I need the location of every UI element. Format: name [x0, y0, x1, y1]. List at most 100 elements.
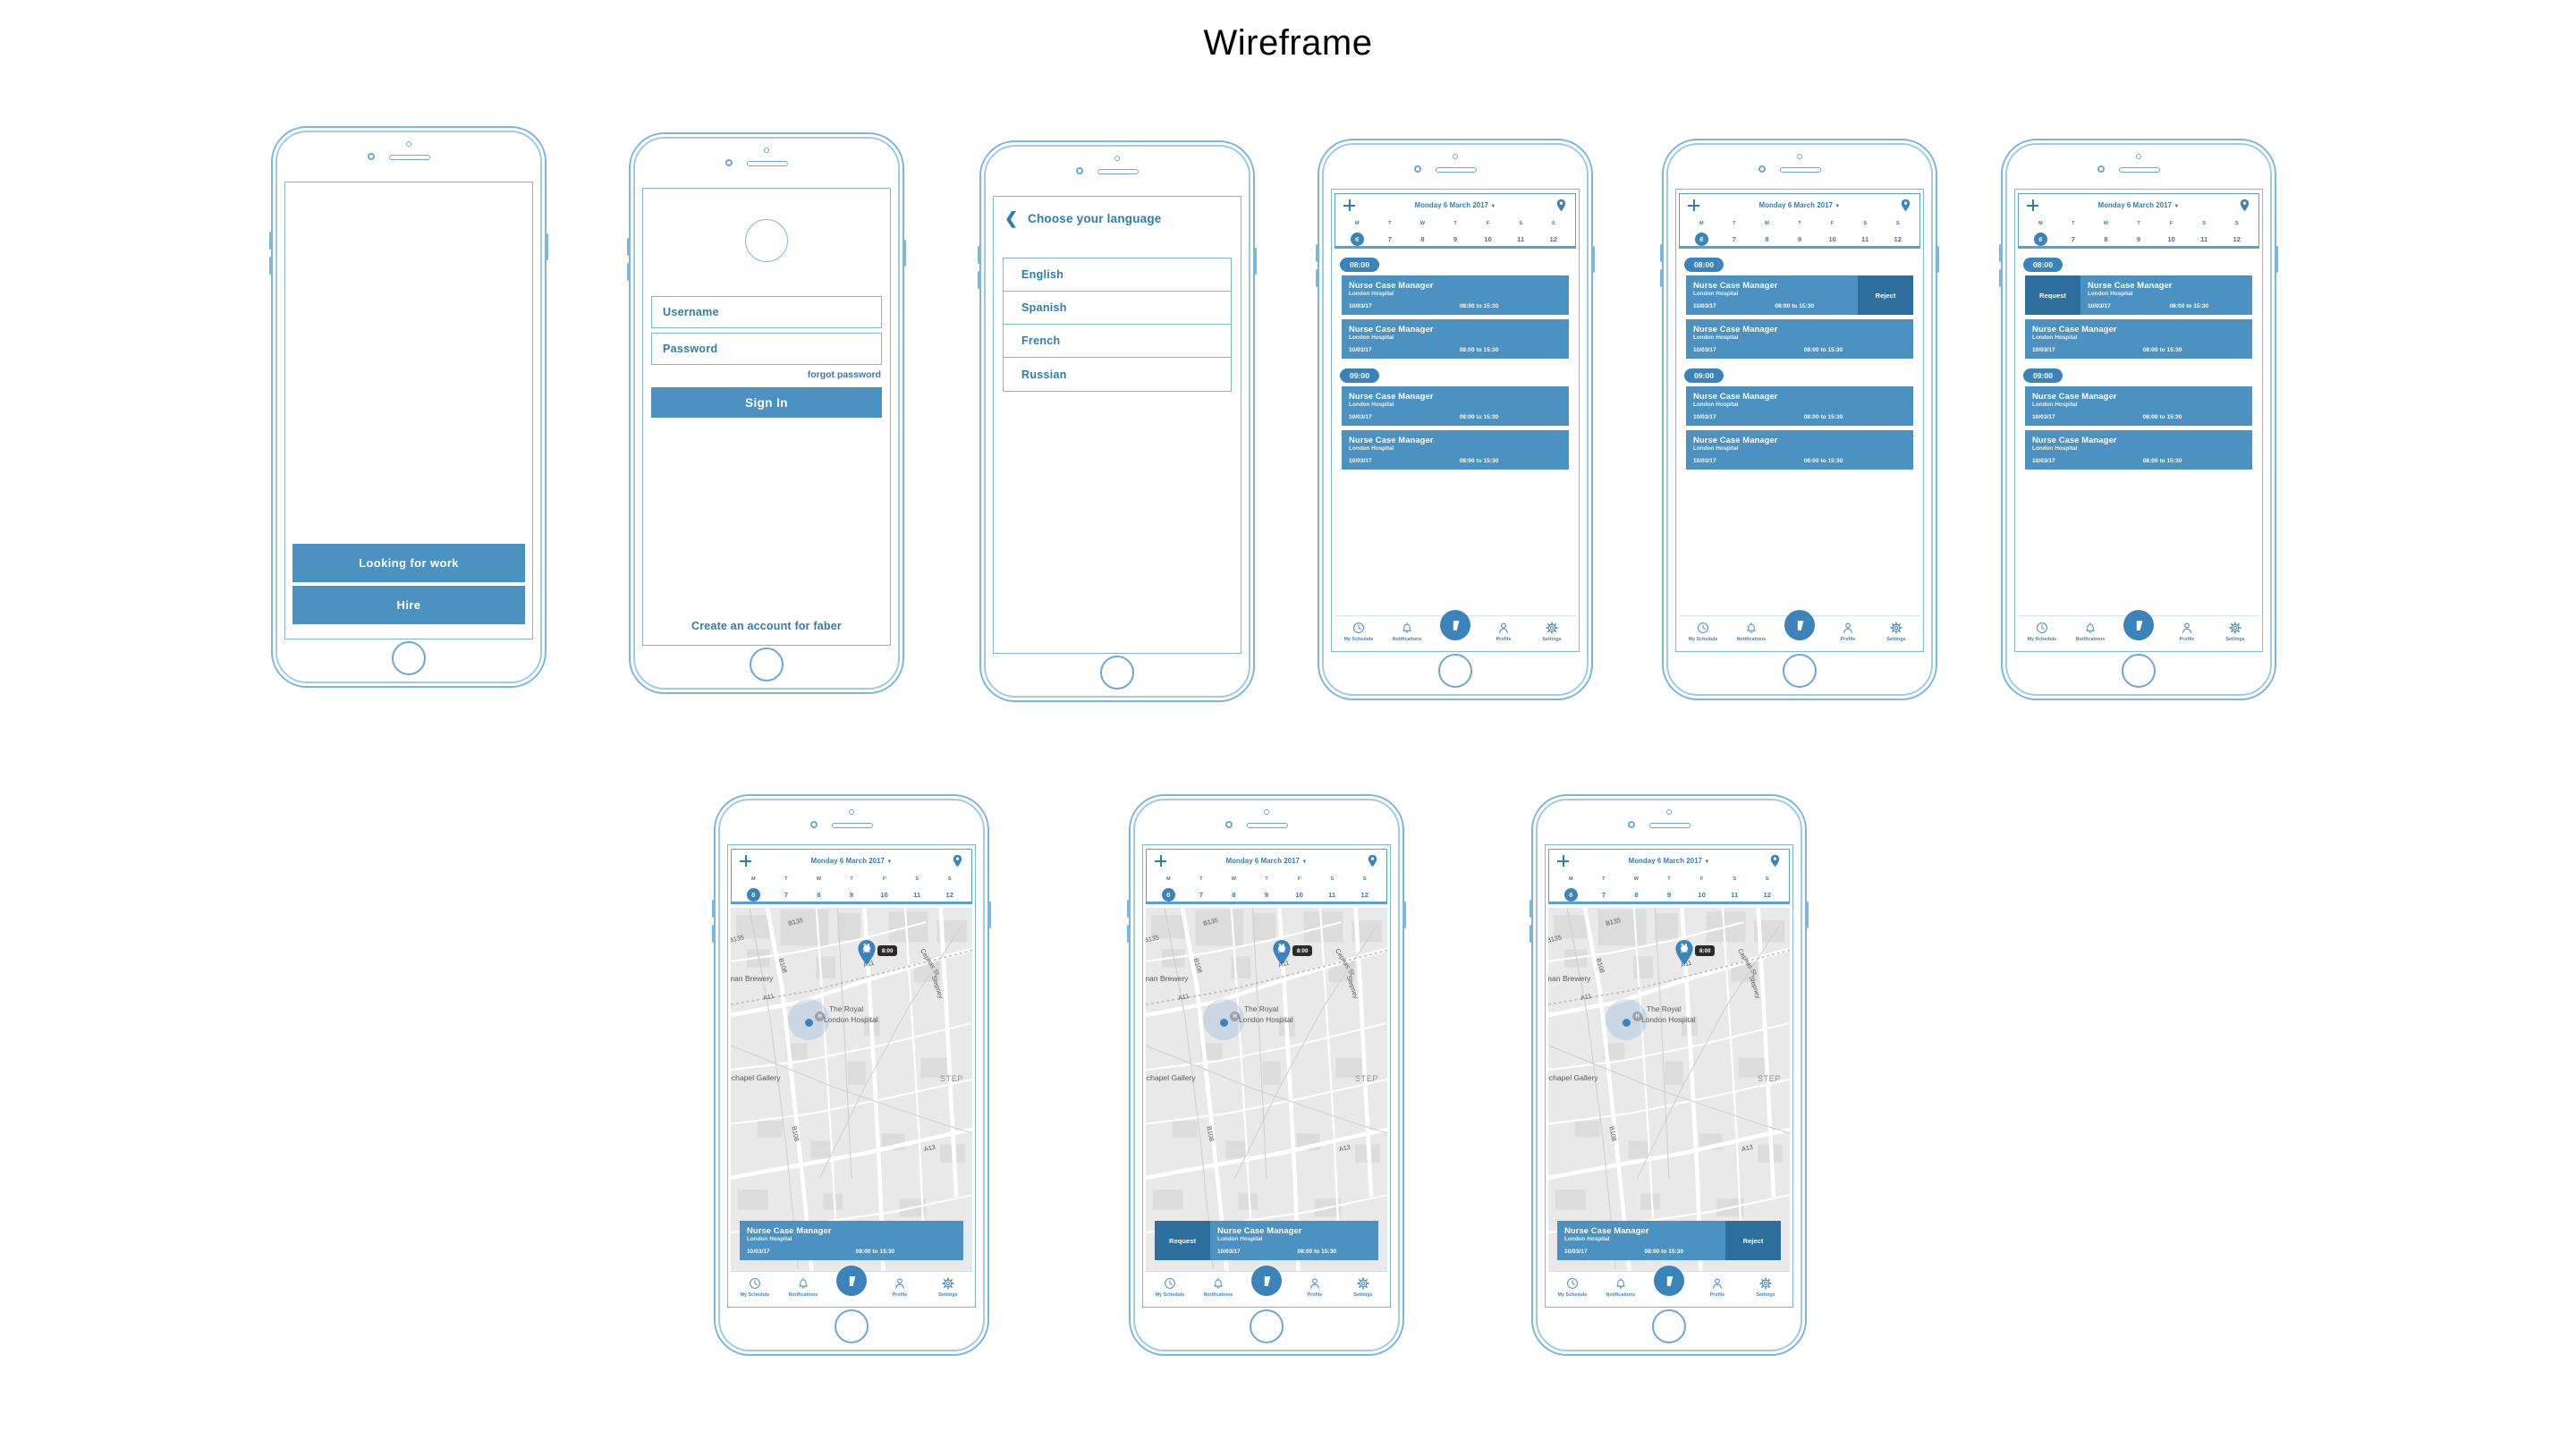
language-option-spanish[interactable]: Spanish — [1004, 292, 1231, 325]
nav-item-notifications[interactable]: Notifications — [1597, 1276, 1645, 1298]
job-card[interactable]: Nurse Case Manager London Hospital 10/03… — [2025, 386, 2252, 426]
home-button[interactable] — [392, 641, 426, 675]
volume-down-button[interactable] — [978, 271, 980, 289]
weekday-number[interactable]: 8 — [802, 891, 835, 899]
nav-item-notifications[interactable]: Notifications — [1727, 621, 1775, 642]
power-button[interactable] — [2275, 246, 2278, 273]
reject-button[interactable]: Reject — [1858, 275, 1913, 315]
jobs-cluster-marker[interactable]: 11 jobs — [857, 940, 877, 965]
weekday-number[interactable]: 9 — [2123, 235, 2156, 243]
weekday-number[interactable]: 11 — [2188, 235, 2221, 243]
schedule-list[interactable]: 08:00 Nurse Case Manager London Hospital… — [1679, 252, 1920, 615]
username-input[interactable]: Username — [651, 296, 882, 328]
weekday-number[interactable]: 12 — [2220, 235, 2253, 243]
forgot-password-link[interactable]: forgot password — [808, 369, 881, 380]
volume-up-button[interactable] — [627, 238, 630, 256]
power-button[interactable] — [546, 233, 548, 260]
weekday-number[interactable]: 9 — [835, 891, 869, 899]
password-input[interactable]: Password — [651, 333, 882, 365]
nav-item-my-schedule[interactable]: My Schedule — [1679, 621, 1727, 642]
map-job-card[interactable]: Nurse Case Manager London Hospital 10/03… — [740, 1221, 963, 1260]
volume-up-button[interactable] — [1530, 900, 1532, 918]
volume-down-button[interactable] — [1127, 925, 1130, 943]
nav-item-notifications[interactable]: Notifications — [2066, 621, 2114, 642]
weekday-number-selected[interactable]: 6 — [737, 887, 770, 902]
flag-fab-icon[interactable] — [2123, 610, 2154, 640]
sign-in-button[interactable]: Sign In — [651, 387, 882, 418]
job-card[interactable]: Nurse Case Manager London Hospital 10/03… — [1342, 386, 1569, 426]
schedule-list[interactable]: 08:00 Request Nurse Case Manager London H… — [2018, 252, 2259, 615]
nav-item-profile[interactable]: Profile — [1291, 1276, 1339, 1298]
weekday-number[interactable]: 7 — [1185, 891, 1218, 899]
job-card[interactable]: Nurse Case Manager London Hospital 10/03… — [1686, 386, 1913, 426]
weekday-number[interactable]: 10 — [1685, 891, 1718, 899]
power-button[interactable] — [1592, 246, 1595, 273]
map-pin-icon[interactable] — [1556, 199, 1566, 212]
job-card[interactable]: Nurse Case Manager London Hospital 10/03… — [2025, 319, 2252, 359]
jobs-cluster-marker[interactable]: 11 jobs — [1272, 940, 1292, 965]
weekday-number-selected[interactable]: 6 — [2024, 232, 2057, 246]
job-card[interactable]: Nurse Case Manager London Hospital 10/03… — [1342, 430, 1569, 470]
home-button[interactable] — [835, 1309, 869, 1343]
home-button[interactable] — [1652, 1309, 1686, 1343]
weekday-number-selected[interactable]: 6 — [1152, 887, 1185, 902]
nav-item-settings[interactable]: Settings — [1528, 621, 1576, 642]
weekday-number[interactable]: 12 — [1881, 235, 1914, 243]
flag-fab-icon[interactable] — [1440, 610, 1470, 640]
nav-item-profile[interactable]: Profile — [1824, 621, 1872, 642]
nav-item-my-schedule[interactable]: My Schedule — [731, 1276, 779, 1298]
home-button[interactable] — [1438, 654, 1472, 688]
volume-down-button[interactable] — [1660, 269, 1663, 287]
job-card[interactable]: Nurse Case Manager London Hospital 10/03… — [1686, 275, 1913, 315]
map-pin-icon[interactable] — [953, 854, 962, 868]
weekday-number[interactable]: 9 — [1653, 891, 1686, 899]
nav-item-settings[interactable]: Settings — [924, 1276, 972, 1298]
weekday-number-selected[interactable]: 6 — [1685, 232, 1718, 246]
language-option-russian[interactable]: Russian — [1004, 358, 1231, 391]
map-job-card[interactable]: Nurse Case Manager London Hospital 10/03… — [1557, 1221, 1781, 1260]
nav-item-settings[interactable]: Settings — [1741, 1276, 1790, 1298]
volume-up-button[interactable] — [1127, 900, 1130, 918]
job-card[interactable]: Nurse Case Manager London Hospital 10/03… — [2025, 430, 2252, 470]
weekday-number[interactable]: 10 — [2155, 235, 2188, 243]
header-date-label[interactable]: Monday 6 March 2017 ▼ — [1335, 194, 1575, 218]
chevron-left-icon[interactable]: ❮ — [1004, 210, 1018, 226]
map-pin-icon[interactable] — [2240, 199, 2250, 212]
volume-down-button[interactable] — [1316, 269, 1318, 287]
weekday-number[interactable]: 7 — [1718, 235, 1751, 243]
weekday-number[interactable]: 12 — [1750, 891, 1784, 899]
weekday-number[interactable]: 9 — [1439, 235, 1472, 243]
volume-down-button[interactable] — [1999, 269, 2002, 287]
nav-item-my-schedule[interactable]: My Schedule — [1335, 621, 1383, 642]
volume-up-button[interactable] — [712, 900, 715, 918]
weekday-number[interactable]: 7 — [2057, 235, 2090, 243]
nav-item-settings[interactable]: Settings — [1339, 1276, 1387, 1298]
jobs-cluster-marker[interactable]: 11 jobs — [1674, 940, 1694, 965]
volume-down-button[interactable] — [627, 263, 630, 281]
power-button[interactable] — [1403, 902, 1406, 928]
volume-up-button[interactable] — [978, 246, 980, 264]
weekday-number[interactable]: 7 — [1588, 891, 1621, 899]
home-button[interactable] — [1250, 1309, 1284, 1343]
weekday-number[interactable]: 11 — [1718, 891, 1751, 899]
nav-item-notifications[interactable]: Notifications — [1194, 1276, 1242, 1298]
header-date-label[interactable]: Monday 6 March 2017 ▼ — [1680, 194, 1919, 218]
flag-fab-icon[interactable] — [836, 1266, 867, 1296]
home-button[interactable] — [2122, 654, 2156, 688]
nav-item-settings[interactable]: Settings — [2211, 621, 2259, 642]
request-button[interactable]: Request — [1155, 1221, 1210, 1260]
weekday-number[interactable]: 12 — [1537, 235, 1570, 243]
nav-item-profile[interactable]: Profile — [1479, 621, 1528, 642]
home-button[interactable] — [1783, 654, 1817, 688]
weekday-number[interactable]: 11 — [1316, 891, 1349, 899]
weekday-number-selected[interactable]: 6 — [1555, 887, 1588, 902]
power-button[interactable] — [1806, 902, 1809, 928]
language-option-english[interactable]: English — [1004, 258, 1231, 292]
weekday-number[interactable]: 12 — [1348, 891, 1381, 899]
weekday-number[interactable]: 10 — [1471, 235, 1504, 243]
header-date-label[interactable]: Monday 6 March 2017 ▼ — [2019, 194, 2258, 218]
weekday-number[interactable]: 10 — [1816, 235, 1849, 243]
map-canvas[interactable]: rman Brewery echapel Gallery STEP A11 A1… — [731, 908, 972, 1271]
nav-item-notifications[interactable]: Notifications — [1383, 621, 1431, 642]
flag-fab-icon[interactable] — [1784, 610, 1815, 640]
